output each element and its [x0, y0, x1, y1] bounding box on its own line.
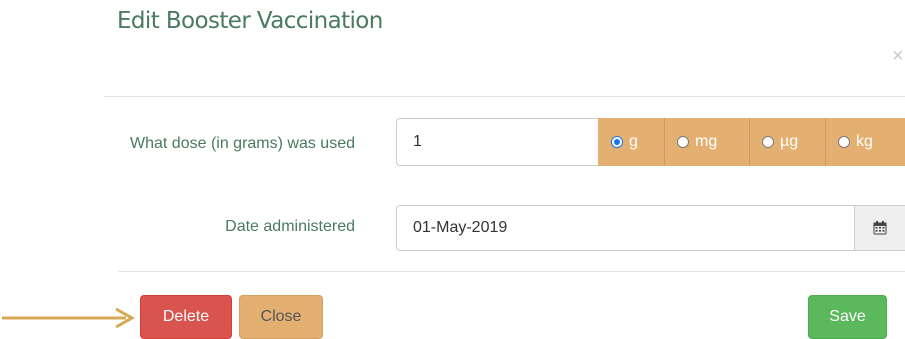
- unit-option-ug[interactable]: µg: [749, 118, 825, 166]
- unit-option-kg[interactable]: kg: [825, 118, 905, 166]
- unit-option-mg[interactable]: mg: [664, 118, 749, 166]
- unit-option-label: mg: [695, 133, 718, 150]
- radio-unchecked-icon[interactable]: [762, 136, 774, 148]
- header-divider: [104, 96, 905, 97]
- arrow-right-icon: [2, 307, 136, 329]
- edit-booster-vaccination-modal: Edit Booster Vaccination × What dose (in…: [0, 0, 905, 339]
- date-picker-button[interactable]: [854, 205, 905, 251]
- date-label: Date administered: [225, 218, 355, 235]
- calendar-icon: [873, 221, 887, 235]
- modal-title: Edit Booster Vaccination: [117, 8, 383, 34]
- footer-divider: [118, 271, 905, 272]
- unit-option-label: kg: [856, 133, 873, 150]
- close-button[interactable]: Close: [239, 295, 323, 339]
- unit-option-label: µg: [780, 133, 799, 150]
- radio-unchecked-icon[interactable]: [838, 136, 850, 148]
- date-input[interactable]: [396, 205, 854, 251]
- radio-unchecked-icon[interactable]: [677, 136, 689, 148]
- delete-button[interactable]: Delete: [140, 295, 232, 339]
- close-icon[interactable]: ×: [892, 46, 904, 66]
- dose-label: What dose (in grams) was used: [130, 135, 355, 152]
- unit-option-label: g: [629, 133, 638, 150]
- dose-input[interactable]: [396, 118, 598, 166]
- radio-checked-icon[interactable]: [611, 136, 623, 148]
- unit-option-g[interactable]: g: [598, 118, 664, 166]
- dose-unit-group: g mg µg kg: [598, 118, 905, 166]
- save-button[interactable]: Save: [808, 295, 887, 339]
